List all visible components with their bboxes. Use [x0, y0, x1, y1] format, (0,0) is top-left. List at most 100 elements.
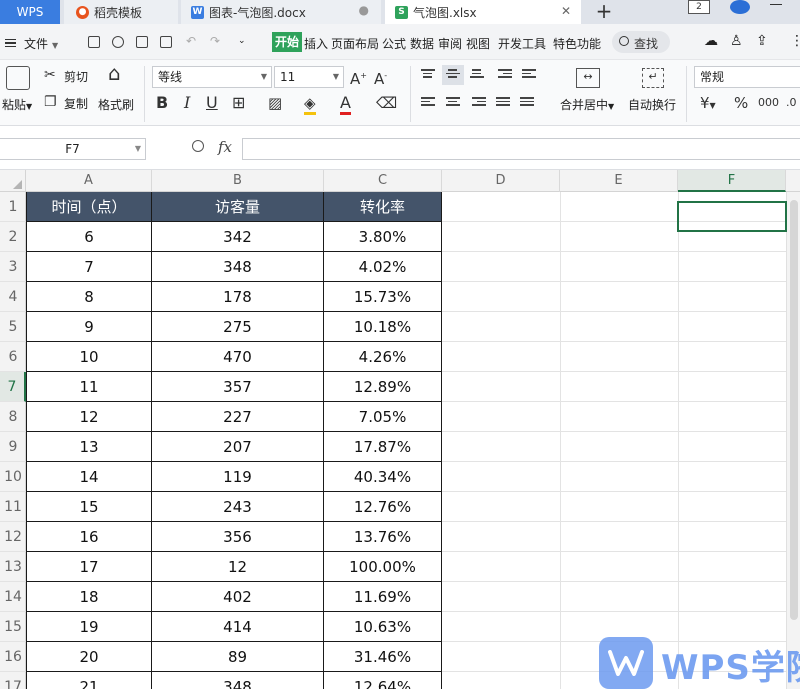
cell-visitors[interactable]: 470 [152, 342, 324, 372]
column-header-f[interactable]: F [678, 170, 786, 192]
cell-conversion[interactable]: 12.76% [324, 492, 442, 522]
file-menu[interactable]: 文件 ▼ [24, 35, 58, 52]
font-size-select[interactable]: 11 ▼ [274, 66, 344, 88]
row-header[interactable]: 16 [0, 642, 26, 672]
increase-indent-icon[interactable] [522, 69, 536, 81]
thousands-separator-button[interactable]: 000 [758, 94, 779, 112]
fill-color-icon[interactable]: ◈ [304, 94, 316, 115]
cell-visitors[interactable]: 357 [152, 372, 324, 402]
function-icon[interactable]: fx [218, 138, 232, 156]
row-header[interactable]: 14 [0, 582, 26, 612]
cell-visitors[interactable]: 178 [152, 282, 324, 312]
tab-review[interactable]: 审阅 [438, 35, 462, 52]
redo-icon[interactable]: ↷ [210, 34, 220, 48]
cell-time[interactable]: 14 [26, 462, 152, 492]
cell-visitors[interactable]: 243 [152, 492, 324, 522]
fill-pattern-icon[interactable]: ▨ [268, 94, 282, 112]
row-header[interactable]: 13 [0, 552, 26, 582]
cell-time[interactable]: 19 [26, 612, 152, 642]
cell-visitors[interactable]: 402 [152, 582, 324, 612]
font-name-select[interactable]: 等线 ▼ [152, 66, 272, 88]
cell-conversion[interactable]: 4.26% [324, 342, 442, 372]
minimize-icon[interactable] [770, 4, 782, 5]
row-header[interactable]: 9 [0, 432, 26, 462]
tab-xlsx-spreadsheet[interactable]: S 气泡图.xlsx ✕ [385, 0, 581, 24]
cell-visitors[interactable]: 12 [152, 552, 324, 582]
clear-format-icon[interactable]: ⌫ [376, 94, 397, 112]
row-header[interactable]: 3 [0, 252, 26, 282]
column-header-e[interactable]: E [560, 170, 678, 192]
cell-time[interactable]: 17 [26, 552, 152, 582]
row-header[interactable]: 11 [0, 492, 26, 522]
increase-font-icon[interactable]: A+ [350, 67, 367, 88]
tab-daoke-template[interactable]: ● 稻壳模板 [64, 0, 178, 24]
scrollbar-thumb[interactable] [790, 200, 798, 620]
align-center-icon[interactable] [446, 97, 460, 109]
output-pdf-icon[interactable] [112, 36, 124, 48]
spreadsheet-grid[interactable]: A B C D E F 1 2 3 4 5 6 7 8 9 10 11 12 13 14 15 16 17 时间… [0, 170, 800, 689]
cell-conversion[interactable]: 100.00% [324, 552, 442, 582]
tab-home[interactable]: 开始 [272, 32, 302, 52]
tab-developer[interactable]: 开发工具 [498, 35, 546, 52]
cell-visitors[interactable]: 227 [152, 402, 324, 432]
cell-time[interactable]: 11 [26, 372, 152, 402]
column-header-d[interactable]: D [442, 170, 560, 192]
cell-visitors[interactable]: 119 [152, 462, 324, 492]
cell-visitors[interactable]: 342 [152, 222, 324, 252]
cell-visitors[interactable]: 89 [152, 642, 324, 672]
align-right-icon[interactable] [472, 97, 486, 109]
save-icon[interactable] [88, 36, 100, 48]
row-header[interactable]: 10 [0, 462, 26, 492]
cell-time[interactable]: 16 [26, 522, 152, 552]
underline-button[interactable]: U [206, 94, 218, 112]
row-header[interactable]: 7 [0, 372, 26, 402]
header-cell-visitors[interactable]: 访客量 [152, 192, 324, 222]
format-painter-icon[interactable]: ⌂ [108, 63, 121, 83]
cell-time[interactable]: 12 [26, 402, 152, 432]
cell-visitors[interactable]: 275 [152, 312, 324, 342]
italic-button[interactable]: I [184, 94, 190, 112]
tab-special-features[interactable]: 特色功能 [553, 35, 601, 52]
cell-visitors[interactable]: 207 [152, 432, 324, 462]
increase-decimal-icon[interactable]: .0 [786, 94, 797, 112]
decrease-indent-icon[interactable] [498, 69, 512, 81]
row-header[interactable]: 12 [0, 522, 26, 552]
percent-button[interactable]: % [734, 94, 748, 112]
cell-conversion[interactable]: 3.80% [324, 222, 442, 252]
decrease-font-icon[interactable]: A- [374, 67, 387, 88]
collaboration-icon[interactable]: ♙ [730, 33, 743, 49]
justify-icon[interactable] [496, 97, 510, 109]
tab-insert[interactable]: 插入 [304, 35, 328, 52]
cell-conversion[interactable]: 31.46% [324, 642, 442, 672]
print-preview-icon[interactable] [160, 36, 172, 48]
print-icon[interactable] [136, 36, 148, 48]
row-header[interactable]: 6 [0, 342, 26, 372]
currency-button[interactable]: ¥▼ [700, 94, 716, 115]
cell-conversion[interactable]: 17.87% [324, 432, 442, 462]
paste-icon[interactable] [6, 66, 30, 90]
more-menu-icon[interactable]: ⋮ [790, 33, 800, 49]
cell-time[interactable]: 13 [26, 432, 152, 462]
format-painter-button[interactable]: 格式刷 [98, 96, 134, 113]
cell-conversion[interactable]: 40.34% [324, 462, 442, 492]
tab-data[interactable]: 数据 [410, 35, 434, 52]
tab-wps-home[interactable]: WPS [0, 0, 60, 24]
cell-conversion[interactable]: 12.64% [324, 672, 442, 689]
column-header-a[interactable]: A [26, 170, 152, 192]
tab-page-layout[interactable]: 页面布局 [331, 35, 379, 52]
wrap-text-button[interactable]: 自动换行 [628, 96, 676, 113]
search-command-button[interactable]: 查找 [612, 31, 670, 53]
copy-icon[interactable]: ❐ [44, 93, 57, 111]
tab-docx-document[interactable]: W 图表-气泡图.docx ● [181, 0, 381, 24]
cell-conversion[interactable]: 12.89% [324, 372, 442, 402]
cell-time[interactable]: 21 [26, 672, 152, 689]
row-header[interactable]: 2 [0, 222, 26, 252]
cell-conversion[interactable]: 4.02% [324, 252, 442, 282]
row-header[interactable]: 4 [0, 282, 26, 312]
font-color-icon[interactable]: A [340, 94, 351, 115]
zoom-search-icon[interactable] [192, 140, 204, 152]
paste-button[interactable]: 粘贴▼ [2, 96, 32, 113]
cell-visitors[interactable]: 356 [152, 522, 324, 552]
scissors-icon[interactable]: ✂ [44, 66, 56, 84]
tab-formulas[interactable]: 公式 [382, 35, 406, 52]
